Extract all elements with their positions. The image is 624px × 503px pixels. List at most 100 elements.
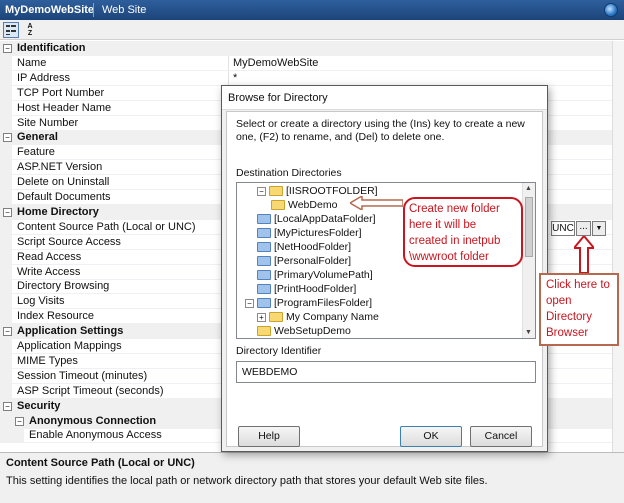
property-value[interactable]: MyDemoWebSite [233,57,318,69]
property-value[interactable]: * [233,72,237,84]
collapse-toggle-icon[interactable]: − [3,44,12,53]
tree-item-label: [MyPicturesFolder] [274,227,362,240]
collapse-toggle-icon[interactable]: − [3,133,12,142]
categorized-view-button[interactable] [3,22,19,38]
folder-icon [257,228,271,239]
row-gutter [0,279,12,294]
tree-item-label: [PrintHoodFolder] [274,283,357,296]
row-gutter [0,309,12,324]
row-gutter [0,160,12,175]
folder-icon [257,242,271,253]
category-identification[interactable]: − Identification [0,41,612,56]
row-gutter [0,101,12,116]
property-label: Name [17,57,47,69]
row-gutter [0,294,12,309]
collapse-toggle-icon[interactable]: − [3,208,12,217]
tree-item[interactable]: + My Company Name [257,311,379,325]
collapse-toggle-icon[interactable]: − [3,327,12,336]
row-gutter [0,354,12,369]
row-gutter [0,145,12,160]
folder-icon [257,284,271,295]
callout-directory-browser: Click here to open Directory Browser [539,273,619,346]
property-label: Content Source Path (Local or UNC) [17,221,196,233]
category-label: Identification [17,42,86,54]
app-title: MyDemoWebSite [5,4,95,16]
row-gutter [0,56,12,71]
help-button[interactable]: Help [238,426,300,447]
browse-for-directory-dialog: Browse for Directory Select or create a … [221,85,548,452]
row-gutter [0,116,12,131]
alphabetical-sort-button[interactable]: A Z [22,22,38,38]
property-label: ASP Script Timeout (seconds) [17,385,164,397]
folder-icon [257,214,271,225]
callout-arrow-left-icon [350,196,403,210]
tree-item[interactable]: − [ProgramFilesFolder] [245,297,372,311]
expand-icon[interactable]: + [257,312,266,322]
property-label: MIME Types [17,355,78,367]
category-label: Security [17,400,61,412]
property-label: Site Number [17,117,79,129]
folder-icon [257,256,271,267]
categorized-icon [6,25,16,35]
directory-identifier-input[interactable]: WEBDEMO [236,361,536,383]
tree-scroll-thumb[interactable] [525,197,533,257]
path-dropdown-button[interactable]: ▼ [592,221,606,236]
dialog-titlebar: Browse for Directory [222,86,547,110]
category-label: Home Directory [17,206,99,218]
property-label: ASP.NET Version [17,161,103,173]
scroll-up-icon[interactable]: ▲ [525,185,532,192]
property-row[interactable]: IP Address * [0,71,612,86]
tree-item-label: My Company Name [286,311,379,324]
folder-icon [257,326,271,337]
unc-button[interactable]: UNC [551,221,575,236]
tree-scrollbar[interactable]: ▲ ▼ [522,183,535,338]
tree-item[interactable]: WebDemo [271,199,337,213]
row-gutter [0,265,12,280]
tree-item[interactable]: [PersonalFolder] [257,255,351,269]
tree-item-label: [LocalAppDataFolder] [274,213,376,226]
row-gutter [0,428,12,443]
grid-scrollbar[interactable] [612,41,624,452]
row-gutter [0,86,12,101]
row-gutter [0,384,12,399]
row-gutter [0,190,12,205]
globe-icon [604,3,618,17]
window-titlebar: MyDemoWebSite Web Site [0,0,624,20]
dialog-body: Select or create a directory using the (… [226,111,543,447]
description-title: Content Source Path (Local or UNC) [6,457,195,469]
tree-item[interactable]: [PrimaryVolumePath] [257,269,373,283]
property-label: Application Mappings [17,340,122,352]
tab-web-site[interactable]: Web Site [102,4,146,16]
sort-az-icon: A Z [27,23,33,37]
tree-item[interactable]: WebSetupDemo [257,325,351,338]
dialog-title: Browse for Directory [228,92,328,104]
collapse-toggle-icon[interactable]: − [15,417,24,426]
tree-item[interactable]: [MyPicturesFolder] [257,227,362,241]
tree-item[interactable]: [LocalAppDataFolder] [257,213,376,227]
row-gutter [12,428,24,443]
folder-icon [269,312,283,323]
property-label: Delete on Uninstall [17,176,110,188]
collapse-icon[interactable]: − [245,298,254,308]
tree-item[interactable]: [NetHoodFolder] [257,241,351,255]
tree-item[interactable]: [PrintHoodFolder] [257,283,356,297]
property-label: TCP Port Number [17,87,105,99]
title-separator [93,3,94,17]
property-label: Script Source Access [17,236,121,248]
category-label: General [17,131,58,143]
toolbar: A Z [0,20,624,40]
cancel-button[interactable]: Cancel [470,426,532,447]
collapse-icon[interactable]: − [257,186,266,196]
row-gutter [0,175,12,190]
ok-button[interactable]: OK [400,426,462,447]
browse-ellipsis-button[interactable]: ... [576,221,591,236]
property-label: IP Address [17,72,70,84]
collapse-toggle-icon[interactable]: − [3,402,12,411]
callout-arrow-up-icon [574,236,594,273]
property-label: Directory Browsing [17,280,110,292]
directory-identifier-label: Directory Identifier [236,345,322,357]
tree-item-label: WebSetupDemo [274,325,351,338]
scroll-down-icon[interactable]: ▼ [525,329,532,336]
folder-icon [257,270,271,281]
property-row[interactable]: Name MyDemoWebSite [0,56,612,71]
